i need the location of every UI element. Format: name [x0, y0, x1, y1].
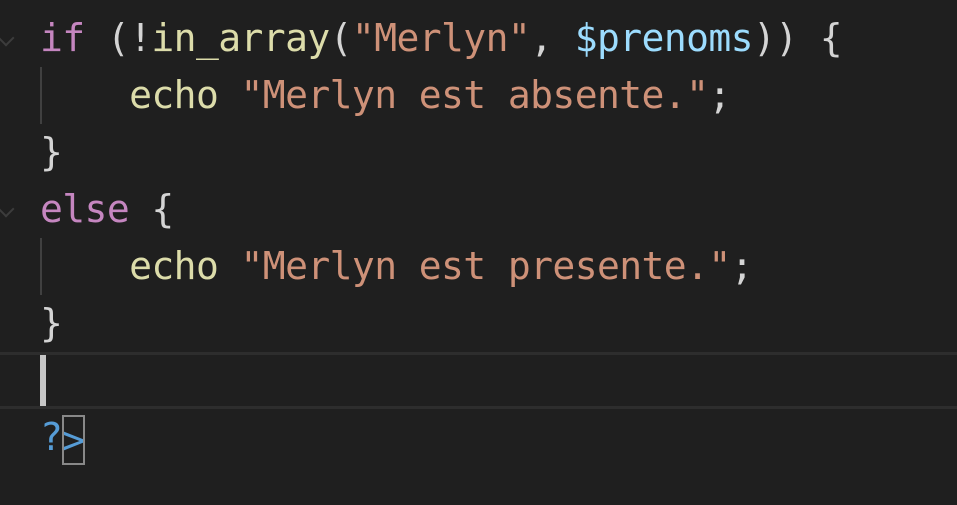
punctuation-token: { [129, 187, 174, 231]
punctuation-token: , [530, 16, 575, 60]
punctuation-token: (! [84, 16, 152, 60]
code-line-5[interactable]: echo "Merlyn est presente."; [0, 238, 957, 295]
punctuation-token: } [40, 301, 63, 345]
function-token: echo [129, 244, 219, 288]
keyword-token: else [40, 187, 130, 231]
punctuation-token: ; [730, 244, 754, 288]
string-token: "Merlyn est absente." [240, 73, 709, 117]
code-line-1[interactable]: if (!in_array("Merlyn", $prenoms)) { [0, 10, 957, 67]
code-line-7-current[interactable] [0, 352, 957, 409]
string-token: "Merlyn" [351, 16, 531, 60]
punctuation-token: ( [329, 16, 353, 60]
fold-chevron-icon[interactable] [0, 29, 15, 47]
function-token: echo [129, 73, 219, 117]
fold-chevron-icon[interactable] [0, 200, 15, 218]
code-line-6[interactable]: } [0, 295, 957, 352]
code-content: } [40, 124, 63, 181]
code-content: } [40, 295, 63, 352]
punctuation-token: } [40, 130, 63, 174]
code-content: else { [40, 181, 174, 238]
punctuation-token: )) { [752, 16, 843, 60]
function-token: in_array [151, 16, 330, 60]
php-tag-token: ? [40, 415, 63, 459]
code-editor[interactable]: if (!in_array("Merlyn", $prenoms)) { ech… [0, 0, 957, 505]
code-line-2[interactable]: echo "Merlyn est absente."; [0, 67, 957, 124]
bracket-match-highlight: > [62, 414, 85, 465]
code-line-4[interactable]: else { [0, 181, 957, 238]
code-content: echo "Merlyn est absente."; [40, 67, 731, 124]
variable-token: $prenoms [574, 16, 754, 60]
punctuation-token [218, 244, 240, 288]
punctuation-token: ; [708, 73, 731, 117]
code-content: if (!in_array("Merlyn", $prenoms)) { [40, 10, 843, 67]
code-line-8[interactable]: ?> [0, 409, 957, 466]
keyword-token: if [40, 16, 85, 60]
code-line-3[interactable]: } [0, 124, 957, 181]
string-token: "Merlyn est presente." [240, 244, 732, 288]
code-content: ?> [40, 409, 85, 466]
text-cursor [40, 355, 46, 406]
punctuation-token [218, 73, 240, 117]
code-content: echo "Merlyn est presente."; [40, 238, 753, 295]
